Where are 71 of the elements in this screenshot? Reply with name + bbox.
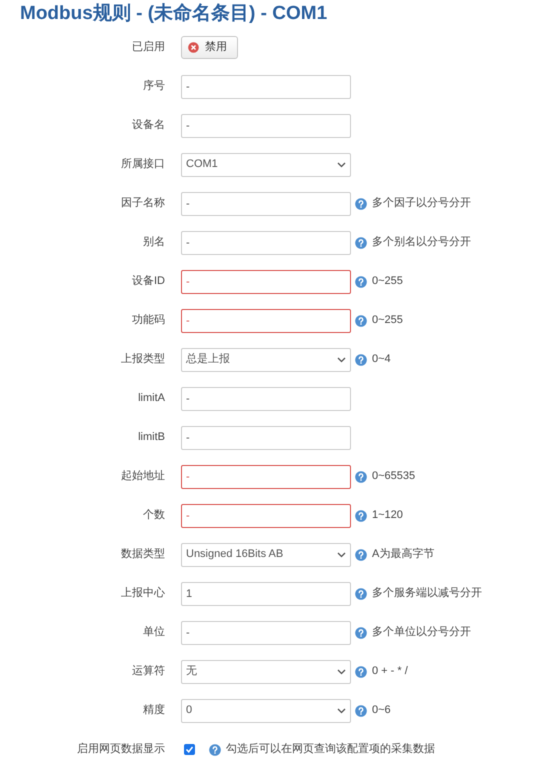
select-field[interactable]: 0 (181, 698, 351, 722)
chevron-down-icon (337, 552, 346, 558)
chevron-down-icon (337, 668, 346, 674)
text-field[interactable]: - (181, 308, 351, 332)
hint-text: 多个单位以分号分开 (372, 625, 471, 640)
text-field[interactable]: - (181, 464, 351, 488)
text-field[interactable]: - (181, 74, 351, 98)
help-icon (355, 588, 367, 600)
hint-text: 1~120 (372, 508, 403, 524)
help-icon (355, 198, 367, 210)
help-icon (355, 666, 367, 678)
text-field[interactable]: - (181, 426, 351, 450)
help-icon (209, 744, 221, 756)
field-label: 序号 (143, 78, 165, 94)
hint-text: 多个别名以分号分开 (372, 235, 471, 250)
help-icon (355, 704, 367, 716)
select-field[interactable]: COM1 (181, 152, 351, 176)
text-field[interactable]: 1 (181, 582, 351, 606)
select-field[interactable]: Unsigned 16Bits AB (181, 542, 351, 566)
field-label: 已启用 (132, 40, 165, 56)
text-field[interactable]: - (181, 386, 351, 410)
text-field[interactable]: - (181, 192, 351, 216)
disable-button[interactable]: 禁用 (181, 36, 238, 59)
field-label: 设备名 (132, 118, 165, 134)
hint-text: 0~255 (372, 274, 403, 290)
select-field[interactable]: 无 (181, 660, 351, 684)
field-label: limitB (138, 430, 165, 446)
hint-text: 多个因子以分号分开 (372, 196, 471, 212)
checkbox[interactable] (184, 744, 195, 755)
text-field[interactable]: - (181, 114, 351, 138)
help-icon (355, 314, 367, 326)
field-label: 运算符 (132, 664, 165, 680)
help-icon (355, 236, 367, 248)
field-label: 功能码 (132, 313, 165, 328)
select-field[interactable]: 总是上报 (181, 348, 351, 372)
field-label: 上报中心 (121, 586, 165, 602)
field-label: 数据类型 (121, 547, 165, 562)
help-icon (355, 470, 367, 482)
text-field[interactable]: - (181, 230, 351, 254)
field-label: 单位 (143, 625, 165, 640)
hint-text: 多个服务端以减号分开 (372, 586, 482, 602)
hint-text: 0~4 (372, 352, 391, 368)
text-field[interactable]: - (181, 270, 351, 294)
field-label: 启用网页数据显示 (77, 742, 165, 758)
close-icon (188, 42, 199, 53)
field-label: 个数 (143, 508, 165, 524)
hint-text: A为最高字节 (372, 546, 434, 562)
field-label: 设备ID (132, 274, 165, 290)
help-icon (355, 276, 367, 288)
help-icon (355, 548, 367, 560)
field-label: 上报类型 (121, 352, 165, 368)
chevron-down-icon (337, 162, 346, 168)
field-label: 因子名称 (121, 196, 165, 212)
hint-text: 0~6 (372, 703, 391, 718)
chevron-down-icon (337, 356, 346, 362)
chevron-down-icon (337, 708, 346, 714)
help-icon (355, 354, 367, 366)
field-label: 起始地址 (121, 469, 165, 484)
text-field[interactable]: - (181, 620, 351, 644)
field-label: 所属接口 (121, 156, 165, 172)
field-label: limitA (138, 391, 165, 406)
help-icon (355, 510, 367, 522)
hint-text: 0~255 (372, 313, 403, 328)
field-label: 精度 (143, 702, 165, 718)
hint-text: 0~65535 (372, 469, 416, 484)
help-icon (355, 626, 367, 638)
field-label: 别名 (143, 235, 165, 250)
page-title: Modbus规则 - (未命名条目) - COM1 (20, 2, 328, 26)
hint-text: 0 + - * / (372, 664, 408, 680)
hint-text: 勾选后可以在网页查询该配置项的采集数据 (226, 742, 435, 758)
text-field[interactable]: - (181, 504, 351, 528)
